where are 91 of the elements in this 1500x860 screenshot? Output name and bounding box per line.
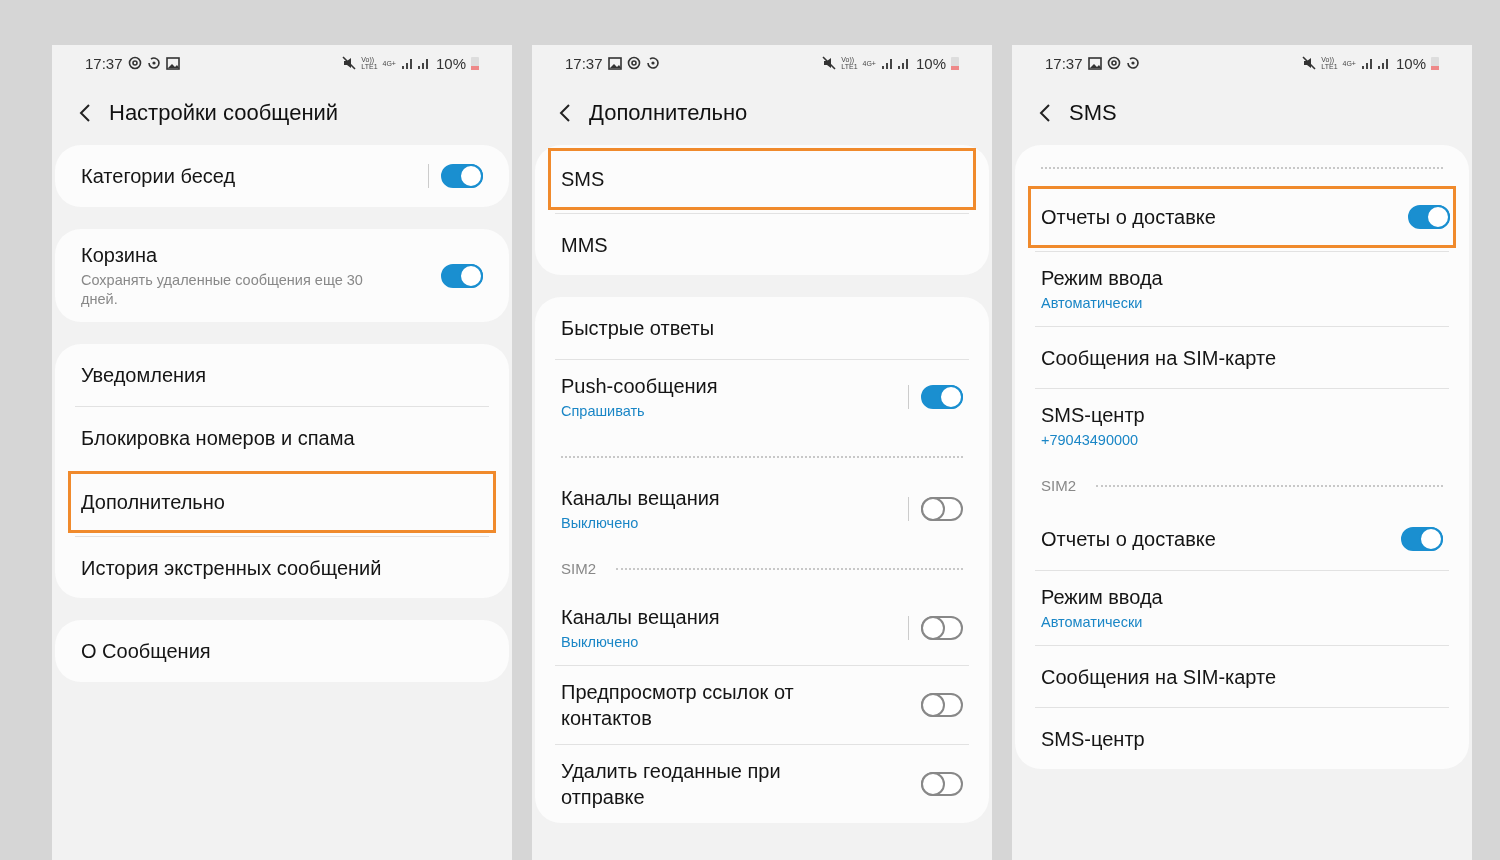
- item-title: MMS: [561, 232, 609, 258]
- toggle-switch[interactable]: [441, 164, 483, 188]
- back-icon[interactable]: [79, 103, 91, 123]
- item-title: Дополнительно: [81, 490, 226, 515]
- settings-item[interactable]: Сообщения на SIM-карте: [1035, 326, 1449, 388]
- item-title: Быстрые ответы: [561, 316, 716, 341]
- status-time: 17:37: [1045, 54, 1083, 72]
- battery-icon: [951, 56, 959, 70]
- image-icon: [607, 56, 622, 70]
- settings-item[interactable]: Каналы вещания Выключено: [555, 591, 969, 665]
- settings-item[interactable]: Отчеты о доставке: [1028, 186, 1456, 248]
- status-time: 17:37: [565, 54, 603, 72]
- settings-item[interactable]: Блокировка номеров и спама: [75, 406, 489, 468]
- settings-item[interactable]: Каналы вещания Выключено: [555, 472, 969, 546]
- settings-item[interactable]: История экстренных сообщений: [75, 536, 489, 598]
- screen-title: Настройки сообщений: [109, 100, 339, 126]
- settings-item[interactable]: Режим ввода Автоматически: [1035, 570, 1449, 645]
- item-title: SMS-центр: [1041, 726, 1146, 752]
- back-icon[interactable]: [1039, 103, 1051, 123]
- toggle-switch[interactable]: [921, 693, 963, 717]
- item-title: Предпросмотр ссылок от контактов: [561, 680, 795, 731]
- toggle-switch[interactable]: [921, 616, 963, 640]
- mute-icon: [342, 56, 357, 70]
- settings-item[interactable]: SMS: [548, 148, 976, 210]
- mute-icon: [822, 56, 837, 70]
- signal-icon: [1360, 57, 1391, 69]
- item-title: Режим ввода: [1041, 585, 1164, 610]
- settings-item[interactable]: Push-сообщения Спрашивать: [555, 359, 969, 434]
- item-title: Сообщения на SIM-карте: [1041, 664, 1278, 690]
- toggle-switch[interactable]: [921, 385, 963, 409]
- sync-icon: [1125, 56, 1140, 70]
- settings-item[interactable]: Корзина Сохранять удаленные сообщения еще 30 дней.: [75, 229, 489, 322]
- item-title: Блокировка номеров и спама: [81, 425, 356, 451]
- sync-icon: [146, 56, 161, 70]
- item-title: Каналы вещания: [561, 486, 721, 511]
- item-title: Корзина: [81, 243, 159, 268]
- settings-item[interactable]: Быстрые ответы: [555, 297, 969, 359]
- toggle-switch[interactable]: [1408, 205, 1450, 229]
- settings-item[interactable]: MMS: [555, 213, 969, 275]
- screen-title: Дополнительно: [589, 100, 748, 126]
- item-title: О Сообщения: [81, 639, 212, 664]
- settings-item[interactable]: SMS-центр: [1035, 707, 1449, 769]
- item-title: Категории бесед: [81, 164, 237, 189]
- sync-icon: [645, 56, 660, 70]
- section-label: SIM2: [1041, 477, 1076, 494]
- item-title: Каналы вещания: [561, 605, 721, 630]
- battery-icon: [1431, 56, 1439, 70]
- settings-item[interactable]: Режим ввода Автоматически: [1035, 251, 1449, 326]
- settings-item[interactable]: Отчеты о доставке: [1035, 508, 1449, 570]
- item-title: Уведомления: [81, 363, 208, 388]
- signal-icon: [400, 57, 431, 69]
- status-time: 17:37: [85, 54, 123, 72]
- image-icon: [165, 56, 180, 70]
- back-icon[interactable]: [559, 103, 571, 123]
- settings-item[interactable]: Категории бесед: [75, 145, 489, 207]
- item-title: SMS: [561, 167, 606, 192]
- item-title: Удалить геоданные при отправке: [561, 759, 782, 810]
- item-subtitle: +79043490000: [1041, 431, 1140, 450]
- screen-title: SMS: [1069, 100, 1117, 126]
- section-label: SIM2: [561, 560, 596, 577]
- signal-icon: [880, 57, 911, 69]
- item-title: Режим ввода: [1041, 266, 1164, 291]
- battery-icon: [471, 56, 479, 70]
- item-title: SMS-центр: [1041, 403, 1146, 428]
- item-title: Push-сообщения: [561, 374, 719, 399]
- settings-item[interactable]: Предпросмотр ссылок от контактов: [555, 665, 969, 744]
- settings-item[interactable]: Дополнительно: [68, 471, 496, 533]
- item-subtitle: Сохранять удаленные сообщения еще 30 дней.: [81, 271, 364, 309]
- item-subtitle: Выключено: [561, 633, 640, 652]
- toggle-switch[interactable]: [921, 497, 963, 521]
- battery-percent: 10%: [1395, 54, 1426, 72]
- item-title: Отчеты о доставке: [1041, 205, 1217, 230]
- item-subtitle: Выключено: [561, 514, 640, 533]
- settings-item[interactable]: Уведомления: [75, 344, 489, 406]
- item-title: История экстренных сообщений: [81, 555, 383, 581]
- toggle-switch[interactable]: [921, 772, 963, 796]
- settings-item[interactable]: Удалить геоданные при отправке: [555, 744, 969, 823]
- item-subtitle: Автоматически: [1041, 613, 1144, 632]
- item-title: Отчеты о доставке: [1041, 527, 1217, 552]
- toggle-switch[interactable]: [441, 263, 483, 288]
- item-subtitle: Спрашивать: [561, 402, 646, 421]
- mute-icon: [1302, 56, 1317, 70]
- settings-item[interactable]: Сообщения на SIM-карте: [1035, 645, 1449, 707]
- settings-item[interactable]: SMS-центр +79043490000: [1035, 388, 1449, 463]
- toggle-switch[interactable]: [1401, 527, 1443, 551]
- item-title: Сообщения на SIM-карте: [1041, 345, 1278, 371]
- settings-item[interactable]: О Сообщения: [75, 620, 489, 682]
- item-subtitle: Автоматически: [1041, 294, 1144, 313]
- battery-percent: 10%: [915, 54, 946, 72]
- image-icon: [1087, 56, 1102, 70]
- battery-percent: 10%: [435, 54, 466, 72]
